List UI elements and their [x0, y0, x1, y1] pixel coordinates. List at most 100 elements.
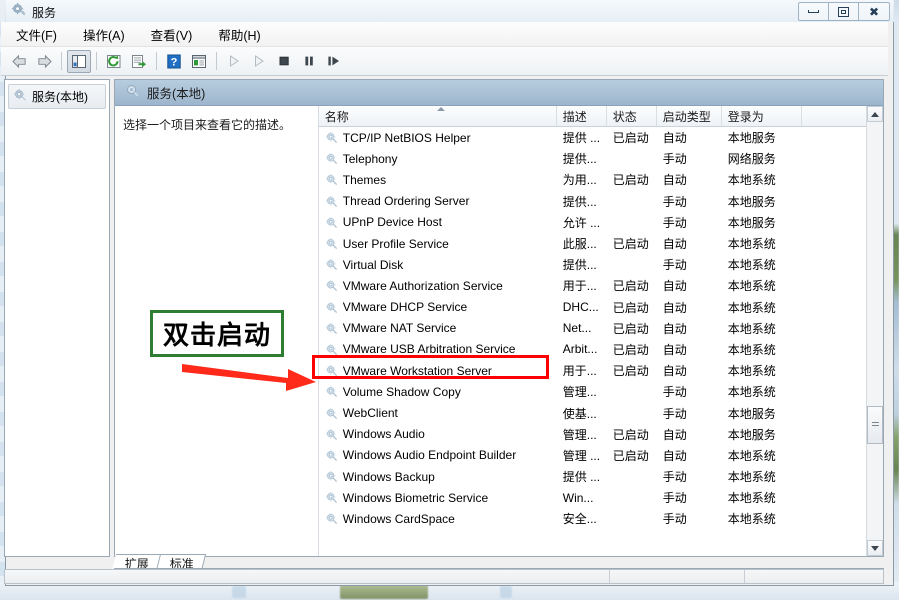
service-gear-icon [325, 173, 338, 186]
cell-name: TCP/IP NetBIOS Helper [319, 131, 557, 145]
service-row[interactable]: VMware DHCP Service DHC... 已启动 自动 本地系统 [319, 297, 883, 318]
cell-log_on_as: 本地系统 [727, 385, 776, 400]
cell-startup_type: 自动 [662, 364, 687, 379]
cell-description: Net... [562, 321, 592, 336]
back-icon [11, 54, 26, 68]
service-row[interactable]: Virtual Disk 提供... 手动 本地系统 [319, 254, 883, 275]
scrollbar-thumb[interactable] [867, 406, 883, 444]
services-list-view[interactable]: 名称 描述 状态 启动类型 登录为 TCP/IP NetBIOS Helper 提供 ..… [317, 106, 883, 556]
column-header-spacer[interactable] [802, 106, 868, 126]
service-row[interactable]: Themes 为用... 已启动 自动 本地系统 [319, 169, 883, 190]
cell-startup_type: 手动 [662, 152, 687, 167]
cell-name: User Profile Service [319, 237, 557, 251]
toolbar-separator [96, 52, 97, 70]
scroll-up-button[interactable] [867, 106, 883, 122]
description-hint-text: 选择一个项目来查看它的描述。 [123, 118, 292, 132]
service-row[interactable]: Windows Audio Endpoint Builder 管理 ... 已启动自… [319, 445, 883, 466]
cell-name: Virtual Disk [319, 258, 557, 272]
cell-name: Themes [319, 173, 557, 187]
grip-icon [871, 422, 879, 428]
service-row[interactable]: Windows Biometric Service Win... 手动 本地系统 [319, 487, 883, 508]
service-name-label: TCP/IP NetBIOS Helper [342, 130, 471, 145]
service-name-label: Thread Ordering Server [342, 194, 470, 209]
column-header-startup_type[interactable]: 启动类型 [657, 106, 722, 126]
menu-action[interactable]: 操作(A) [80, 23, 128, 46]
menu-help[interactable]: 帮助(H) [215, 23, 263, 46]
service-row[interactable]: Windows Backup 提供 ... 手动 本地系统 [319, 466, 883, 487]
service-name-label: VMware USB Arbitration Service [342, 342, 516, 357]
service-row[interactable]: UPnP Device Host 允许 ... 手动 本地服务 [319, 212, 883, 233]
service-row[interactable]: TCP/IP NetBIOS Helper 提供 ... 已启动 自动 本地服务 [319, 127, 883, 148]
service-row[interactable]: Volume Shadow Copy 管理... 手动 本地系统 [319, 381, 883, 402]
show-console-tree-button[interactable] [67, 49, 91, 73]
cell-description: 提供... [562, 258, 597, 273]
services-gear-icon [125, 83, 139, 102]
cell-description: 提供 ... [562, 470, 601, 485]
toolbar-separator [216, 52, 217, 70]
back-button[interactable] [7, 50, 31, 73]
details-pane-header: 服务(本地) [115, 80, 883, 106]
service-row[interactable]: Telephony 提供... 手动 网络服务 [319, 148, 883, 169]
refresh-button[interactable] [102, 50, 126, 73]
service-name-label: Windows Backup [342, 469, 435, 484]
screenshot-root: 服务 ✖ 文件(F) 操作(A) 查看(V) 帮助(H) ? 服务(本地) 服务… [0, 0, 899, 600]
cell-startup_type: 手动 [662, 215, 687, 230]
cell-name: VMware NAT Service [319, 321, 557, 335]
cell-startup_type: 手动 [662, 406, 687, 421]
service-row[interactable]: WebClient 使基... 手动 本地服务 [319, 402, 883, 423]
cell-log_on_as: 本地系统 [727, 300, 776, 315]
cell-status: 已启动 [612, 131, 649, 146]
menu-file[interactable]: 文件(F) [13, 23, 60, 46]
tree-node-label: 服务(本地) [32, 90, 88, 104]
restart-service-button[interactable] [322, 50, 346, 73]
column-header-log_on_as[interactable]: 登录为 [722, 106, 802, 126]
maximize-restore-button[interactable] [829, 3, 859, 20]
cell-log_on_as: 本地服务 [727, 406, 776, 421]
cell-status: 已启动 [612, 321, 649, 336]
cell-description: 提供 ... [562, 131, 601, 146]
service-name-label: Windows Audio [342, 427, 425, 442]
cell-log_on_as: 本地系统 [727, 258, 776, 273]
cell-log_on_as: 本地系统 [727, 512, 776, 527]
cell-log_on_as: 本地服务 [727, 131, 776, 146]
start-service-button[interactable] [222, 50, 246, 73]
export-list-button[interactable] [127, 50, 151, 73]
tree-node-services-local[interactable]: 服务(本地) [8, 84, 106, 109]
service-row[interactable]: VMware USB Arbitration Service Arbit... 已启… [319, 339, 883, 360]
properties-button[interactable] [187, 50, 211, 73]
pause-service-button[interactable] [297, 50, 321, 73]
column-header-status[interactable]: 状态 [607, 106, 657, 126]
cell-startup_type: 手动 [662, 258, 687, 273]
status-bar [4, 569, 884, 584]
service-row[interactable]: Thread Ordering Server 提供... 手动 本地服务 [319, 191, 883, 212]
service-name-label: VMware Workstation Server [342, 363, 492, 378]
cell-description: 提供... [562, 152, 597, 167]
cell-log_on_as: 本地服务 [727, 215, 776, 230]
column-header-name[interactable]: 名称 [319, 106, 557, 126]
close-button[interactable]: ✖ [859, 3, 889, 20]
forward-button[interactable] [32, 50, 56, 73]
cell-name: VMware Workstation Server [319, 364, 557, 378]
menu-view[interactable]: 查看(V) [148, 23, 196, 46]
service-row[interactable]: VMware Authorization Service 用于... 已启动 自动 本地… [319, 275, 883, 296]
service-row[interactable]: VMware Workstation Server 用于... 已启动 自动 本地系统 [319, 360, 883, 381]
cell-log_on_as: 本地系统 [727, 470, 776, 485]
service-gear-icon [325, 343, 338, 356]
service-row[interactable]: Windows Audio 管理... 已启动 自动 本地服务 [319, 424, 883, 445]
help-button[interactable]: ? [162, 50, 186, 73]
service-gear-icon [325, 512, 338, 525]
details-pane-title: 服务(本地) [147, 87, 206, 101]
column-header-description[interactable]: 描述 [557, 106, 607, 126]
minimize-button[interactable] [799, 3, 829, 20]
show-console-tree-icon [72, 54, 86, 68]
vertical-scrollbar[interactable] [866, 106, 883, 556]
cell-log_on_as: 本地系统 [727, 491, 776, 506]
service-row[interactable]: Windows CardSpace 安全... 手动 本地系统 [319, 508, 883, 529]
stop-service-button[interactable] [272, 50, 296, 73]
resume-service-button[interactable] [247, 50, 271, 73]
service-row[interactable]: VMware NAT Service Net... 已启动 自动 本地系统 [319, 318, 883, 339]
service-row[interactable]: User Profile Service 此服... 已启动 自动 本地系统 [319, 233, 883, 254]
service-gear-icon [325, 152, 338, 165]
cell-name: Windows Biometric Service [319, 491, 557, 505]
service-gear-icon [325, 364, 338, 377]
